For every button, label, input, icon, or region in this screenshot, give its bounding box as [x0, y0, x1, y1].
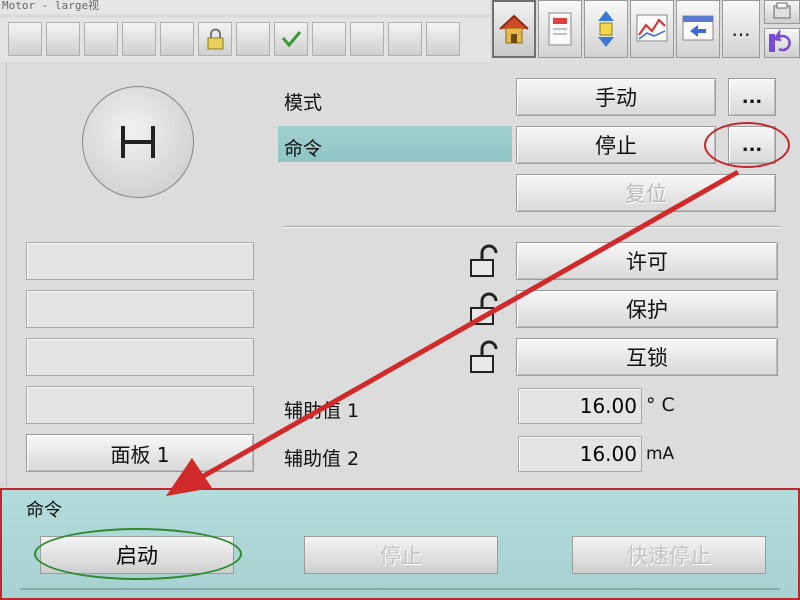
aux2-label: 辅助值 2: [284, 448, 360, 470]
toolbar-slot[interactable]: [350, 22, 384, 56]
unlock-icon: [470, 340, 498, 373]
left-field: [26, 338, 254, 376]
toolbar-slot[interactable]: [160, 22, 194, 56]
reset-button[interactable]: 复位: [516, 174, 776, 212]
alarm-tab[interactable]: [676, 0, 720, 58]
home-tab[interactable]: [492, 0, 536, 58]
motor-h-icon: [121, 126, 155, 158]
protect-button[interactable]: 保护: [516, 290, 778, 328]
motor-symbol: [82, 86, 194, 198]
aux1-value: 16.00: [518, 388, 642, 424]
toolbar-slot[interactable]: [8, 22, 42, 56]
left-field: [26, 290, 254, 328]
print-icon: [773, 2, 791, 19]
trend-tab[interactable]: [630, 0, 674, 58]
faceplate-icon: [548, 12, 572, 46]
toolbar-slot[interactable]: [426, 22, 460, 56]
quick-stop-button[interactable]: 快速停止: [572, 536, 766, 574]
padlock-icon: [207, 28, 224, 50]
checkmark-icon: [281, 31, 302, 48]
aux2-unit: mA: [646, 444, 675, 464]
alarm-icon: [682, 15, 714, 41]
toolbar-slot[interactable]: [236, 22, 270, 56]
command-panel-divider: [20, 588, 780, 590]
start-button-highlight: [34, 528, 242, 580]
toolbar-slot[interactable]: [122, 22, 156, 56]
left-field: [26, 242, 254, 280]
faceplate-tab[interactable]: [538, 0, 582, 58]
aux2-value: 16.00: [518, 436, 642, 472]
check-toolbar-button[interactable]: [274, 22, 308, 56]
permit-button[interactable]: 许可: [516, 242, 778, 280]
home-icon: [499, 14, 529, 44]
left-field: [26, 386, 254, 424]
parameter-tab[interactable]: [584, 0, 628, 58]
interlock-button[interactable]: 互锁: [516, 338, 778, 376]
undo-icon: [769, 28, 791, 52]
trend-icon: [636, 14, 668, 42]
mode-value-button[interactable]: 手动: [516, 78, 716, 116]
aux1-label: 辅助值 1: [284, 400, 360, 422]
aux1-unit: ° C: [646, 394, 675, 416]
command-value-button[interactable]: 停止: [516, 126, 716, 164]
stop-button[interactable]: 停止: [304, 536, 498, 574]
parameter-icon: [598, 11, 614, 47]
toolbar-slot[interactable]: [388, 22, 422, 56]
mode-label: 模式: [284, 92, 323, 114]
print-button[interactable]: [764, 0, 800, 24]
unlock-icon: [470, 292, 498, 325]
undo-button[interactable]: [764, 28, 800, 58]
divider: [284, 226, 780, 228]
command-more-highlight: [704, 122, 790, 168]
toolbar-slot[interactable]: [84, 22, 118, 56]
toolbar-slot[interactable]: [46, 22, 80, 56]
window-title: Motor - large视: [0, 0, 490, 14]
lock-toolbar-button[interactable]: [198, 22, 232, 56]
more-tab[interactable]: ...: [722, 0, 760, 58]
panel-button[interactable]: 面板 1: [26, 434, 254, 472]
toolbar-slot[interactable]: [312, 22, 346, 56]
command-panel-title: 命令: [26, 500, 62, 521]
unlock-icon: [470, 244, 498, 277]
command-label: 命令: [284, 138, 323, 160]
mode-more-button[interactable]: ...: [728, 78, 776, 116]
